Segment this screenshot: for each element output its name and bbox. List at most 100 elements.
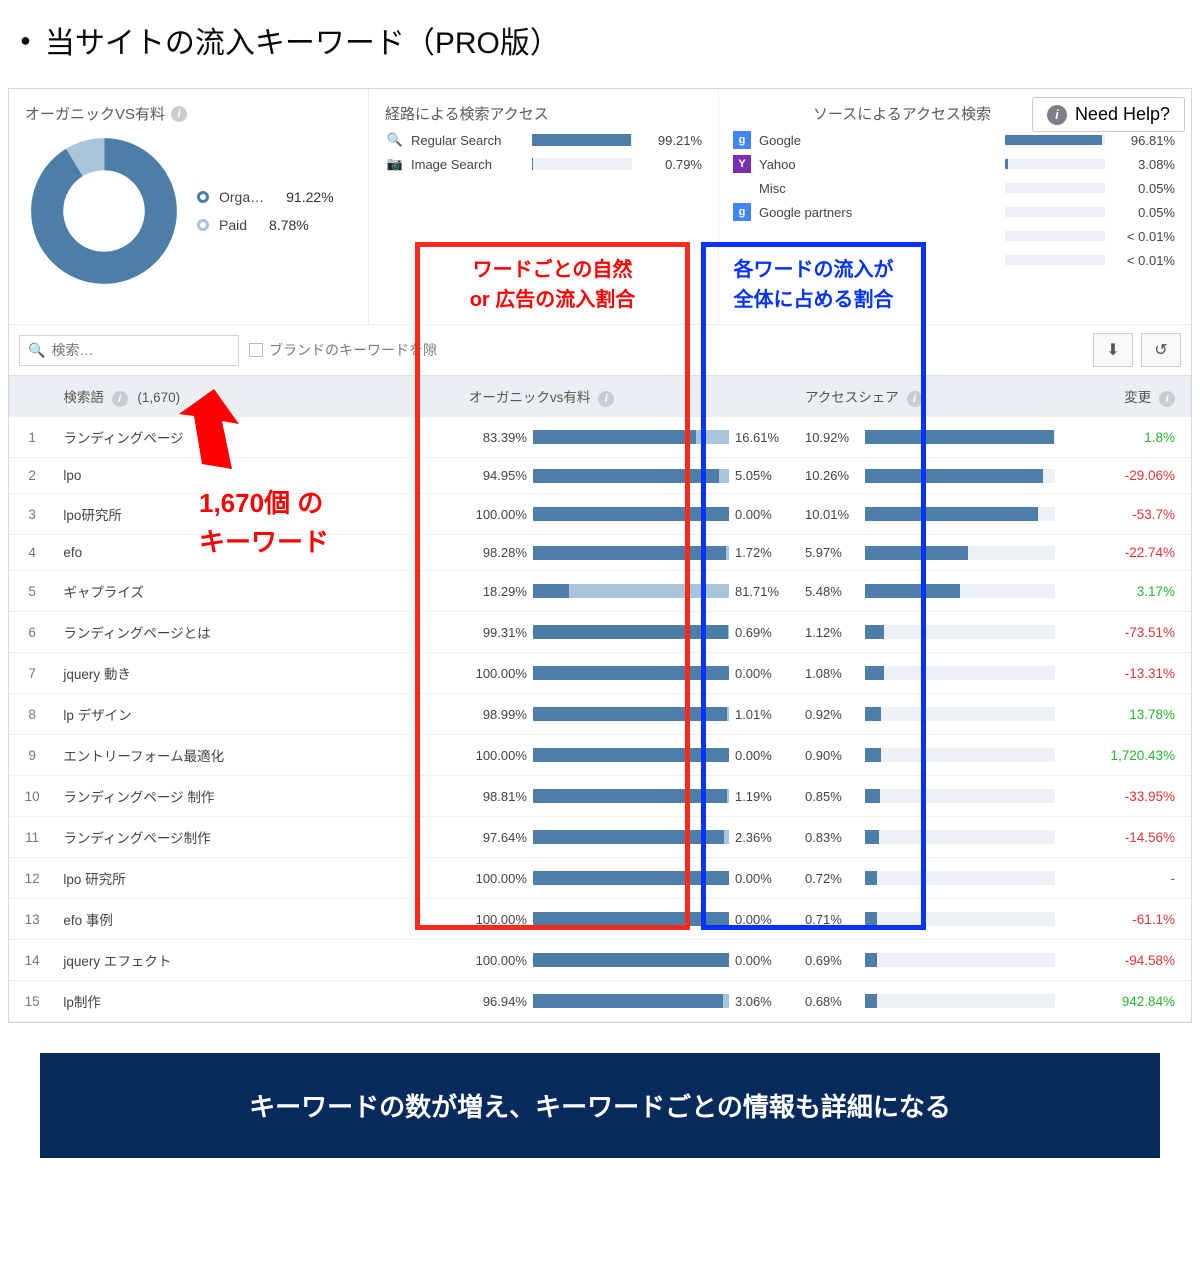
cell-keyword[interactable]: ランディングページ [55, 417, 461, 458]
panel-organic-vs-paid: オーガニックVS有料 i Orga… 91.22% [9, 89, 369, 324]
info-icon[interactable]: i [171, 106, 187, 122]
ovs-bar [533, 789, 729, 803]
table-row[interactable]: 1 ランディングページ 83.39% 16.61% 10.92% 1.8% [9, 417, 1191, 458]
ovs-organic-pct: 97.64% [469, 830, 527, 845]
ovs-paid-pct: 0.69% [735, 625, 789, 640]
table-row[interactable]: 14 jquery エフェクト 100.00% 0.00% 0.69% -94.… [9, 940, 1191, 981]
ovs-organic-pct: 94.95% [469, 468, 527, 483]
source-label: Google [759, 133, 1005, 148]
cell-change: 3.17% [1063, 571, 1191, 612]
table-row[interactable]: 7 jquery 動き 100.00% 0.00% 1.08% -13.31% [9, 653, 1191, 694]
refresh-button[interactable]: ↺ [1141, 333, 1181, 367]
share-bar [865, 830, 1056, 844]
brand-keyword-checkbox[interactable]: ブランドのキーワードを隙 [249, 340, 437, 360]
cell-share: 1.08% [797, 653, 1064, 694]
cell-keyword[interactable]: ギャプライズ [55, 571, 461, 612]
share-pct: 10.01% [805, 507, 857, 522]
brand-checkbox-label: ブランドのキーワードを隙 [269, 340, 437, 360]
cell-ovs: 100.00% 0.00% [461, 494, 797, 535]
ovs-organic-pct: 100.00% [469, 666, 527, 681]
cell-share: 10.92% [797, 417, 1064, 458]
ovs-paid-pct: 0.00% [735, 912, 789, 927]
cell-keyword[interactable]: エントリーフォーム最適化 [55, 735, 461, 776]
search-box[interactable]: 🔍 [19, 335, 239, 366]
th-ovs[interactable]: オーガニックvs有料 i [461, 376, 797, 418]
table-row[interactable]: 8 lp デザイン 98.99% 1.01% 0.92% 13.78% [9, 694, 1191, 735]
ovs-bar [533, 666, 729, 680]
share-pct: 10.26% [805, 468, 857, 483]
cell-share: 0.85% [797, 776, 1064, 817]
table-row[interactable]: 13 efo 事例 100.00% 0.00% 0.71% -61.1% [9, 899, 1191, 940]
table-row[interactable]: 3 lpo研究所 100.00% 0.00% 10.01% -53.7% [9, 494, 1191, 535]
ovs-paid-pct: 2.36% [735, 830, 789, 845]
info-icon[interactable]: i [907, 391, 923, 407]
download-button[interactable]: ⬇ [1093, 333, 1133, 367]
table-row[interactable]: 9 エントリーフォーム最適化 100.00% 0.00% 0.90% 1,720… [9, 735, 1191, 776]
table-row[interactable]: 2 lpo 94.95% 5.05% 10.26% -29.06% [9, 458, 1191, 494]
cell-keyword[interactable]: ランディングページ 制作 [55, 776, 461, 817]
table-row[interactable]: 11 ランディングページ制作 97.64% 2.36% 0.83% -14.56… [9, 817, 1191, 858]
th-ovs-label: オーガニックvs有料 [469, 390, 591, 405]
ovs-paid-pct: 0.00% [735, 507, 789, 522]
cell-share: 5.48% [797, 571, 1064, 612]
cell-keyword[interactable]: efo [55, 535, 461, 571]
cell-keyword[interactable]: jquery エフェクト [55, 940, 461, 981]
panel-access-source: ソースによるアクセス検索 i Need Help? g Google 96.81… [719, 89, 1191, 324]
cell-change: -29.06% [1063, 458, 1191, 494]
source-label: Yahoo [759, 157, 1005, 172]
route-label: Image Search [411, 157, 532, 172]
cell-keyword[interactable]: lpo 研究所 [55, 858, 461, 899]
cell-keyword[interactable]: lpo研究所 [55, 494, 461, 535]
th-share[interactable]: アクセスシェア i [797, 376, 1064, 418]
th-keyword[interactable]: 検索語 i (1,670) [55, 376, 461, 418]
cell-keyword[interactable]: lp デザイン [55, 694, 461, 735]
cell-keyword[interactable]: lp制作 [55, 981, 461, 1022]
share-bar [865, 584, 1056, 598]
cell-keyword[interactable]: lpo [55, 458, 461, 494]
cell-index: 4 [9, 535, 55, 571]
search-input[interactable] [51, 342, 230, 358]
ovs-organic-pct: 100.00% [469, 507, 527, 522]
none [733, 179, 751, 197]
ovs-bar [533, 994, 729, 1008]
th-index [9, 376, 55, 418]
share-bar [865, 430, 1056, 444]
cell-share: 0.71% [797, 899, 1064, 940]
share-bar [865, 871, 1056, 885]
cell-keyword[interactable]: efo 事例 [55, 899, 461, 940]
info-icon[interactable]: i [598, 391, 614, 407]
table-row[interactable]: 10 ランディングページ 制作 98.81% 1.19% 0.85% -33.9… [9, 776, 1191, 817]
table-row[interactable]: 5 ギャプライズ 18.29% 81.71% 5.48% 3.17% [9, 571, 1191, 612]
share-pct: 5.97% [805, 545, 857, 560]
ovs-organic-pct: 100.00% [469, 912, 527, 927]
table-row[interactable]: 15 lp制作 96.94% 3.06% 0.68% 942.84% [9, 981, 1191, 1022]
panel-title-route: 経路による検索アクセス [385, 103, 549, 124]
panel-title-ovs: オーガニックVS有料 [25, 103, 165, 124]
cell-keyword[interactable]: jquery 動き [55, 653, 461, 694]
th-change[interactable]: 変更 i [1063, 376, 1191, 418]
share-bar [865, 953, 1056, 967]
table-row[interactable]: 12 lpo 研究所 100.00% 0.00% 0.72% - [9, 858, 1191, 899]
source-label: Google partners [759, 205, 1005, 220]
search-icon: 🔍 [385, 132, 405, 148]
table-row[interactable]: 6 ランディングページとは 99.31% 0.69% 1.12% -73.51% [9, 612, 1191, 653]
info-icon[interactable]: i [112, 391, 128, 407]
need-help-button[interactable]: i Need Help? [1032, 97, 1185, 132]
download-icon: ⬇ [1106, 340, 1119, 360]
source-bar [1005, 207, 1105, 217]
search-icon: 🔍 [28, 342, 45, 359]
table-row[interactable]: 4 efo 98.28% 1.72% 5.97% -22.74% [9, 535, 1191, 571]
yahoo-icon: Y [733, 155, 751, 173]
cell-change: 13.78% [1063, 694, 1191, 735]
cell-keyword[interactable]: ランディングページ制作 [55, 817, 461, 858]
source-bar [1005, 135, 1105, 145]
ovs-bar [533, 584, 729, 598]
share-bar [865, 994, 1056, 1008]
ovs-paid-pct: 0.00% [735, 666, 789, 681]
cell-keyword[interactable]: ランディングページとは [55, 612, 461, 653]
source-label: Misc [759, 181, 1005, 196]
panel-access-route: 経路による検索アクセス 🔍 Regular Search 99.21%📷 Ima… [369, 89, 719, 324]
info-icon[interactable]: i [1159, 391, 1175, 407]
cell-index: 9 [9, 735, 55, 776]
legend-val-organic: 91.22% [286, 189, 333, 205]
